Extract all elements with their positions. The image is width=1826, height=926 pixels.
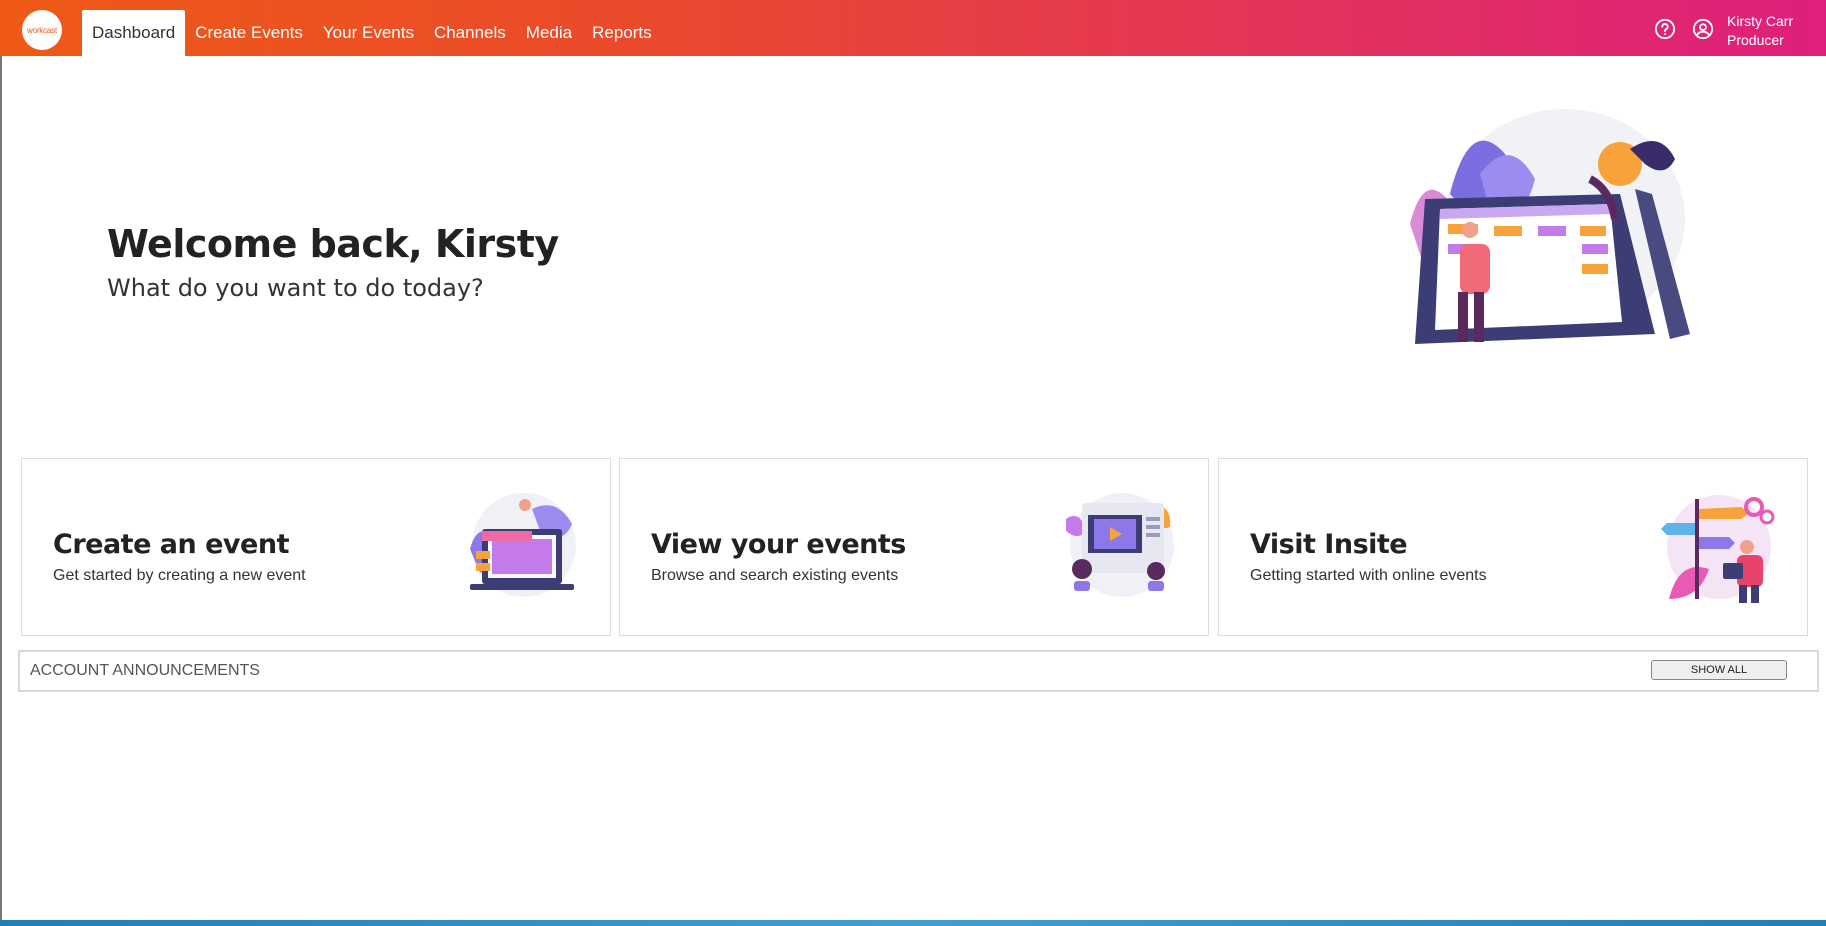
help-circle-icon[interactable] xyxy=(1654,18,1676,40)
nav-channels[interactable]: Channels xyxy=(424,10,516,56)
view-events-illustration xyxy=(1066,493,1174,597)
welcome-subtitle: What do you want to do today? xyxy=(107,274,484,302)
card-description: Getting started with online events xyxy=(1250,567,1487,584)
card-description: Browse and search existing events xyxy=(651,567,899,584)
create-event-illustration xyxy=(470,493,576,597)
taskbar-edge xyxy=(0,920,1826,926)
user-circle-icon[interactable] xyxy=(1692,18,1714,40)
window-edge xyxy=(0,0,2,926)
view-events-card[interactable]: View your events Browse and search exist… xyxy=(619,458,1209,636)
dashboard-illustration xyxy=(1410,109,1690,344)
welcome-title: Welcome back, Kirsty xyxy=(107,222,559,266)
nav-your-events[interactable]: Your Events xyxy=(313,10,424,56)
user-info[interactable]: Kirsty Carr Producer xyxy=(1727,12,1793,50)
card-title: Visit Insite xyxy=(1250,529,1408,560)
user-role: Producer xyxy=(1727,32,1784,48)
announcements-title: ACCOUNT ANNOUNCEMENTS xyxy=(30,662,260,679)
nav-reports[interactable]: Reports xyxy=(582,10,662,56)
card-title: Create an event xyxy=(53,529,289,560)
user-name: Kirsty Carr xyxy=(1727,13,1794,29)
workcast-logo[interactable]: workcast xyxy=(22,10,62,50)
card-title: View your events xyxy=(651,529,906,560)
create-event-card[interactable]: Create an event Get started by creating … xyxy=(21,458,611,636)
nav-create-events[interactable]: Create Events xyxy=(185,10,313,56)
main-nav: Dashboard Create Events Your Events Chan… xyxy=(82,10,662,56)
top-navigation-bar: workcast Dashboard Create Events Your Ev… xyxy=(0,0,1826,56)
card-description: Get started by creating a new event xyxy=(53,567,306,584)
logo-text: workcast xyxy=(27,25,57,35)
visit-insite-illustration xyxy=(1661,495,1775,603)
nav-media[interactable]: Media xyxy=(516,10,582,56)
show-all-button[interactable]: SHOW ALL xyxy=(1651,660,1787,680)
visit-insite-card[interactable]: Visit Insite Getting started with online… xyxy=(1218,458,1808,636)
nav-dashboard[interactable]: Dashboard xyxy=(82,10,186,56)
account-announcements-panel: ACCOUNT ANNOUNCEMENTS SHOW ALL xyxy=(18,650,1819,692)
